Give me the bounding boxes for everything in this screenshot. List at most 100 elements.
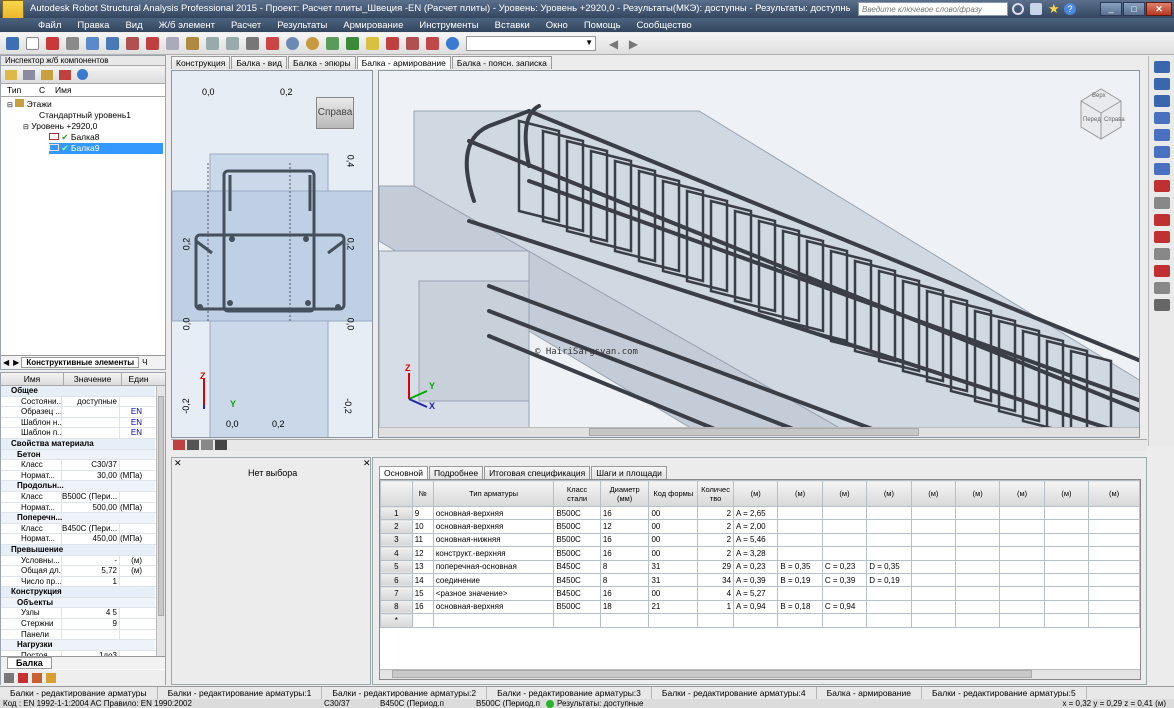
row-header[interactable]: * — [380, 613, 413, 628]
view-mode-icon[interactable] — [201, 440, 213, 450]
cell-no[interactable]: 14 — [411, 572, 434, 588]
cell-empty[interactable] — [954, 572, 1001, 588]
table-row[interactable]: 6 14 соединение B450C 8 31 34 A = 0,39 B = 0,19 C… — [380, 572, 1140, 588]
cell-dd[interactable] — [866, 546, 912, 561]
pan-icon[interactable] — [324, 35, 341, 52]
menu-help[interactable]: Помощь — [576, 20, 629, 31]
cell-cls[interactable]: B500C — [553, 505, 601, 521]
cell-empty[interactable] — [1043, 546, 1090, 561]
cell-empty[interactable] — [910, 532, 956, 548]
star-icon[interactable]: ★ — [1048, 1, 1060, 17]
folder-icon[interactable] — [5, 69, 17, 80]
close-icon[interactable]: ✕ — [1146, 2, 1172, 16]
property-row[interactable]: Состояни... доступные — [1, 396, 165, 408]
cell-empty[interactable] — [910, 505, 956, 521]
cell-empty[interactable] — [1043, 559, 1090, 574]
cell-dd[interactable] — [866, 532, 912, 548]
cell-code[interactable]: 00 — [648, 532, 699, 548]
cell-code[interactable]: 31 — [648, 559, 699, 574]
menu-view[interactable]: Вид — [117, 20, 150, 31]
col-dim[interactable]: (м) — [954, 480, 1001, 507]
cell-empty[interactable] — [1043, 532, 1090, 548]
col-diameter[interactable]: Диаметр (мм) — [599, 480, 650, 507]
tab-details[interactable]: Подробнее — [428, 466, 484, 479]
col-value[interactable]: Значение — [63, 373, 121, 385]
menu-edit[interactable]: Правка — [69, 20, 117, 31]
zoom-icon[interactable] — [284, 35, 301, 52]
cell-empty[interactable] — [999, 613, 1045, 628]
cell-b[interactable] — [777, 613, 823, 628]
cell-empty[interactable] — [999, 505, 1045, 521]
list-icon[interactable] — [4, 672, 14, 683]
property-row[interactable]: Поперечн... — [1, 513, 165, 524]
cell-cls[interactable]: B500C — [553, 519, 601, 534]
table-row[interactable]: * — [380, 613, 1140, 628]
row-header[interactable]: 1 — [380, 505, 413, 521]
tree-item-beam9[interactable]: ✔ Балка9 — [49, 143, 163, 154]
cell-b[interactable] — [777, 505, 823, 521]
cell-c[interactable] — [821, 505, 868, 521]
tab-main[interactable]: Основной — [379, 466, 428, 479]
property-row[interactable]: Общая дл... 5,72 (м) — [1, 566, 165, 577]
tool-icon[interactable] — [23, 69, 35, 80]
cell-empty[interactable] — [954, 532, 1001, 548]
calculator-icon[interactable] — [104, 35, 121, 52]
cell-b[interactable]: B = 0,18 — [777, 599, 823, 615]
cell-qty[interactable]: 29 — [697, 559, 735, 574]
rebar-distribute-icon[interactable] — [1153, 146, 1170, 158]
select-icon[interactable] — [4, 35, 21, 52]
beam-section-icon[interactable] — [1153, 231, 1170, 243]
view-3d[interactable]: © HairiSargsyan.com Верх Перед Справа Z … — [378, 70, 1140, 438]
dimension-icon[interactable] — [1153, 282, 1170, 294]
cell-dd[interactable] — [866, 613, 912, 628]
doc-tab[interactable]: Балки - редактирование арматуры — [0, 687, 158, 699]
cell-c[interactable] — [821, 586, 868, 601]
cell-c[interactable]: C = 0,39 — [821, 572, 868, 588]
cell-type[interactable]: основная-верхняя — [432, 519, 555, 534]
tab-beam-reinforcement[interactable]: Балка - армирование — [356, 56, 451, 69]
col-dim[interactable]: (м) — [821, 480, 868, 507]
redo-icon[interactable] — [224, 35, 241, 52]
forward-arrow-icon[interactable]: ▶ — [625, 35, 642, 52]
menu-tools[interactable]: Инструменты — [411, 20, 486, 31]
tab-beam-view[interactable]: Балка - вид — [231, 56, 288, 69]
cell-cls[interactable]: B450C — [553, 559, 601, 574]
cell-empty[interactable] — [1043, 572, 1090, 588]
property-value[interactable]: 30,00 — [61, 470, 119, 481]
cell-a[interactable]: A = 2,65 — [733, 505, 779, 521]
cell-qty[interactable]: 34 — [697, 572, 735, 588]
cell-empty[interactable] — [954, 505, 1001, 521]
cell-code[interactable]: 21 — [648, 599, 699, 615]
cell-d[interactable]: 12 — [599, 519, 650, 534]
new-file-icon[interactable] — [24, 35, 41, 52]
rebar-red-icon[interactable] — [18, 672, 28, 683]
property-row[interactable]: Нормат... 450,00 (MПa) — [1, 534, 165, 545]
cell-empty[interactable] — [910, 572, 956, 588]
filter-icon[interactable] — [41, 69, 53, 80]
property-value[interactable]: - — [61, 555, 119, 566]
cell-empty[interactable] — [1088, 599, 1140, 615]
cell-cls[interactable]: B500C — [553, 546, 601, 561]
toolbar-combo[interactable]: ▼ — [466, 36, 596, 51]
property-subgroup[interactable]: Продольн... — [1, 481, 155, 491]
cell-empty[interactable] — [1088, 586, 1140, 601]
cell-empty[interactable] — [1088, 559, 1140, 574]
cell-empty[interactable] — [1043, 505, 1090, 521]
cell-code[interactable]: 00 — [648, 546, 699, 561]
stirrup-icon[interactable] — [1153, 61, 1170, 73]
horizontal-scrollbar[interactable] — [379, 427, 1139, 437]
cell-type[interactable]: <разное значение> — [432, 586, 555, 601]
table-row[interactable]: 5 13 поперечная-основная B450C 8 31 29 A = 0,23… — [380, 559, 1140, 574]
help-icon-inspector[interactable] — [77, 69, 88, 80]
property-group[interactable]: Общее — [1, 386, 155, 396]
table-row[interactable]: 1 9 основная-верхняя B500C 16 00 2 A = 2,65 — [380, 505, 1140, 521]
cell-no[interactable]: 10 — [411, 519, 434, 534]
cell-empty[interactable] — [910, 613, 956, 628]
property-row[interactable]: Стержни 9 — [1, 619, 165, 630]
view-mode-icon[interactable] — [215, 440, 227, 450]
cell-b[interactable] — [777, 519, 823, 534]
cell-qty[interactable] — [697, 613, 735, 628]
cell-cls[interactable]: B500C — [553, 599, 601, 615]
section-view[interactable]: 0,0 0,2 0,4 0,2 0,0 -0,2 0,2 0,0 -0,2 0,… — [171, 70, 373, 438]
property-value[interactable] — [61, 417, 119, 428]
